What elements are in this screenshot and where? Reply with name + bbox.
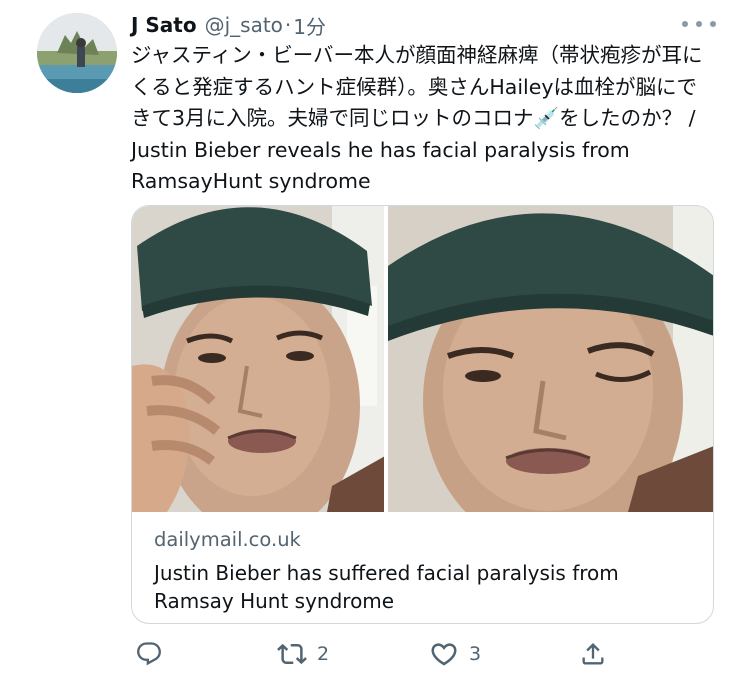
separator-dot: · <box>284 13 292 37</box>
reply-icon <box>135 640 163 668</box>
heart-icon <box>429 639 459 669</box>
more-dots-icon[interactable] <box>682 14 716 34</box>
like-button[interactable]: 3 <box>429 634 481 674</box>
share-icon <box>579 640 607 668</box>
card-domain: dailymail.co.uk <box>154 528 301 551</box>
action-bar: 2 3 <box>131 634 611 674</box>
retweet-button[interactable]: 2 <box>277 634 329 674</box>
avatar[interactable] <box>37 13 117 93</box>
link-card[interactable]: dailymail.co.uk Justin Bieber has suffer… <box>131 205 714 624</box>
display-name[interactable]: J Sato <box>131 13 197 37</box>
left-photo[interactable] <box>132 206 385 512</box>
share-button[interactable] <box>579 634 617 674</box>
user-handle[interactable]: @j_sato <box>205 13 283 37</box>
retweet-count: 2 <box>317 643 330 665</box>
dot-3 <box>710 21 716 27</box>
timestamp[interactable]: 1分 <box>293 11 326 40</box>
like-count: 3 <box>469 643 482 665</box>
tweet-header: J Sato @j_sato · 1分 <box>131 10 326 40</box>
tweet[interactable]: J Sato @j_sato · 1分 ジャスティン・ビーバー本人が顔面神経麻痺… <box>0 0 750 689</box>
card-title: Justin Bieber has suffered facial paraly… <box>154 561 619 613</box>
right-photo[interactable] <box>388 206 713 512</box>
retweet-icon <box>277 639 307 669</box>
dot-2 <box>696 21 702 27</box>
reply-button[interactable] <box>135 634 173 674</box>
dot-1 <box>682 21 688 27</box>
tweet-text: ジャスティン・ビーバー本人が顔面神経麻痺（帯状疱疹が耳にくると発症するハント症候… <box>131 43 703 193</box>
card-info[interactable]: dailymail.co.uk Justin Bieber has suffer… <box>132 513 713 615</box>
card-images[interactable] <box>132 206 713 512</box>
